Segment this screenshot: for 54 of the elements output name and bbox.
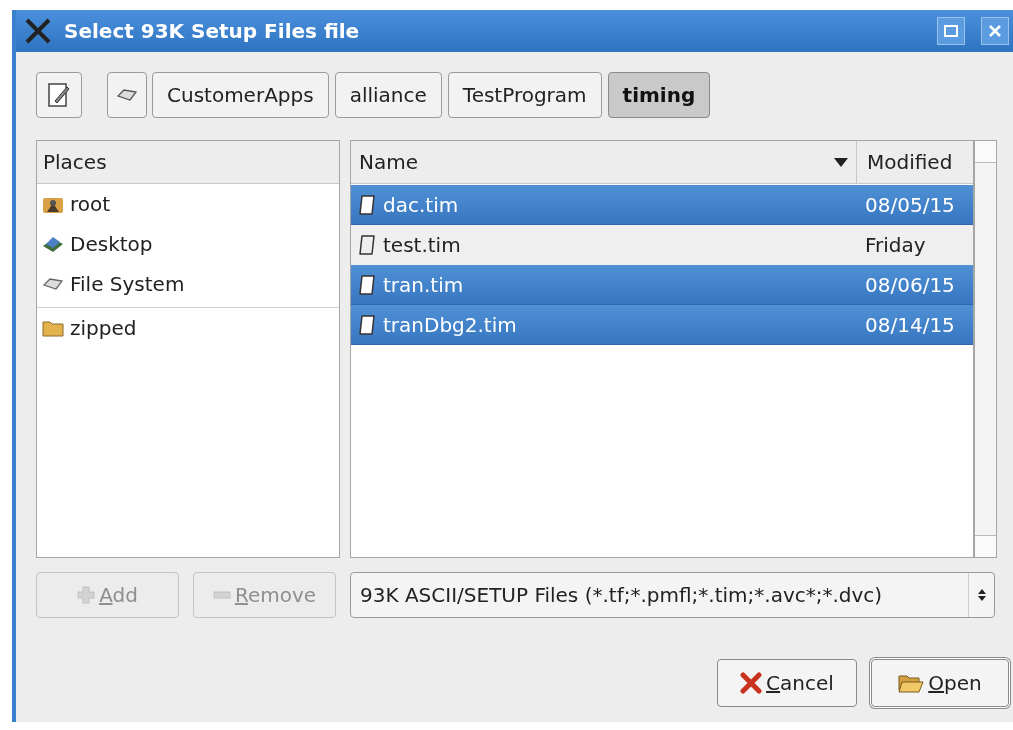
file-row[interactable]: tranDbg2.tim 08/14/15 <box>351 305 973 345</box>
plus-icon <box>77 586 96 604</box>
path-button[interactable]: TestProgram <box>447 72 602 118</box>
place-item[interactable]: root <box>37 184 339 224</box>
open-button[interactable]: Open <box>871 659 1009 707</box>
file-name: dac.tim <box>383 191 460 219</box>
place-item[interactable]: Desktop <box>37 224 339 264</box>
file-icon <box>357 193 377 216</box>
modified-date: Friday <box>864 232 927 259</box>
file-row[interactable]: test.tim Friday <box>351 225 973 265</box>
cross-icon <box>740 672 763 694</box>
minus-icon <box>212 591 231 599</box>
modified-date: 08/06/15 <box>864 271 956 299</box>
scroll-up-button[interactable] <box>975 141 996 163</box>
close-button[interactable] <box>981 17 1009 45</box>
file-row[interactable]: dac.tim 08/05/15 <box>351 185 973 225</box>
file-icon <box>357 313 377 336</box>
column-header[interactable]: Places <box>37 141 339 184</box>
file-name: tranDbg2.tim <box>383 311 518 339</box>
path-button[interactable]: timing <box>607 72 711 118</box>
drive-icon <box>116 88 138 102</box>
filesystem-root-button[interactable] <box>107 72 147 118</box>
file-icon <box>357 273 377 296</box>
maximize-icon <box>944 25 958 37</box>
app-logo-icon <box>24 18 52 44</box>
edit-location-button[interactable] <box>36 72 82 118</box>
folder-icon <box>42 318 64 337</box>
path-button[interactable]: alliance <box>334 72 442 118</box>
scroll-down-button[interactable] <box>975 535 996 557</box>
file-name: tran.tim <box>383 271 465 299</box>
file-type-dropdown[interactable]: 93K ASCII/SETUP Files (*.tf;*.pmfl;*.tim;*.avc*;*.dvc) <box>350 572 995 618</box>
desktop-icon <box>42 234 64 254</box>
pencil-note-icon <box>47 82 71 108</box>
column-header[interactable]: Name <box>351 141 857 183</box>
close-icon <box>988 24 1002 38</box>
modified-date: 08/05/15 <box>864 191 956 219</box>
file-row[interactable]: tran.tim 08/06/15 <box>351 265 973 305</box>
sort-caret-icon <box>834 157 848 167</box>
place-item[interactable]: zipped <box>37 307 339 347</box>
file-icon <box>357 234 377 256</box>
column-label: Name <box>359 149 419 176</box>
file-name: test.tim <box>383 232 462 259</box>
column-header[interactable]: Modified <box>857 147 973 177</box>
cancel-button[interactable]: Cancel <box>717 659 857 707</box>
scrollbar[interactable] <box>974 140 997 558</box>
place-item[interactable]: File System <box>37 264 339 304</box>
folder-icon <box>898 672 925 694</box>
maximize-button[interactable] <box>937 17 965 45</box>
modified-date: 08/14/15 <box>864 311 956 339</box>
path-button[interactable]: CustomerApps <box>152 72 329 118</box>
spinner-arrows-icon <box>976 588 987 602</box>
drive-icon <box>42 276 64 292</box>
window-title: Select 93K Setup Files file <box>64 18 361 45</box>
dropdown-value: 93K ASCII/SETUP Files (*.tf;*.pmfl;*.tim;*.avc*;*.dvc) <box>360 582 884 609</box>
